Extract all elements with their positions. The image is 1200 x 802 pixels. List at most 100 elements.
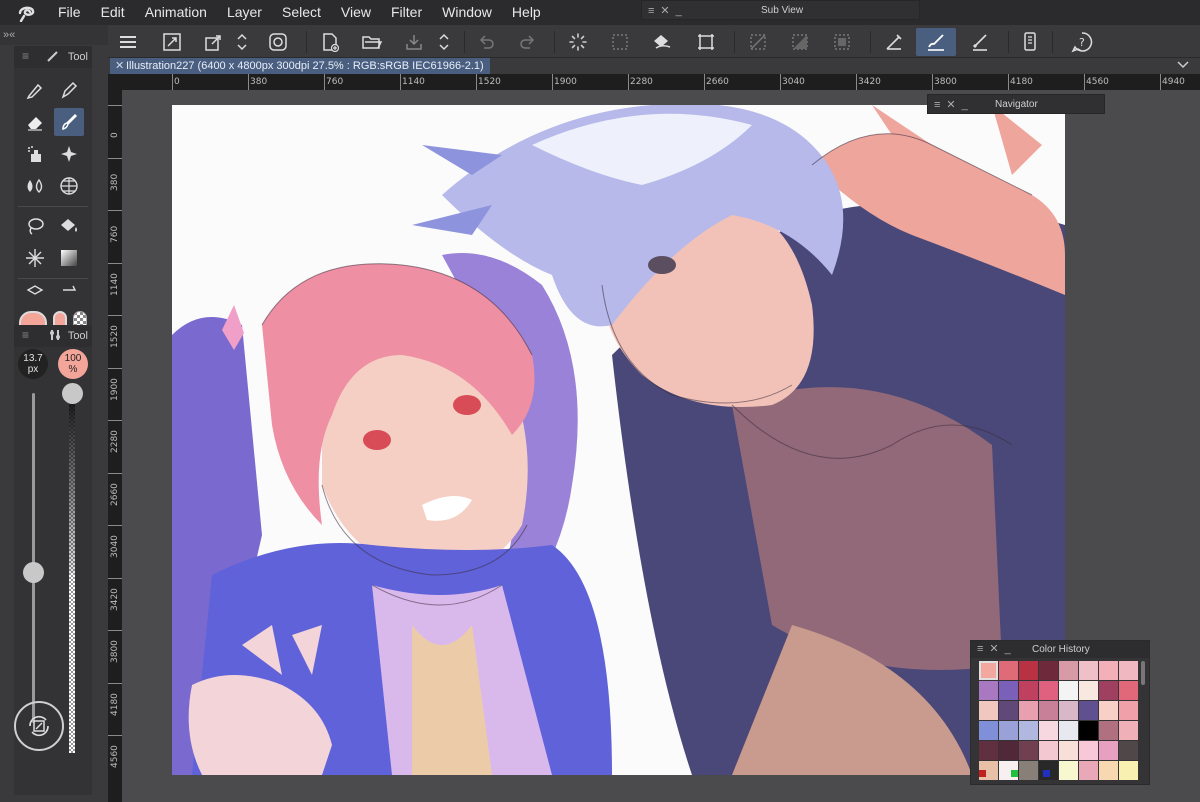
collapse-arrows-icon[interactable]: »« (3, 29, 15, 41)
close-tab-icon[interactable]: ✕ (115, 58, 124, 74)
color-history-swatch[interactable] (979, 681, 998, 700)
color-history-swatch[interactable] (999, 721, 1018, 740)
navigator-palette-header[interactable]: ≡✕_ Navigator (927, 94, 1105, 114)
menu-file[interactable]: File (54, 0, 91, 25)
grip-icon[interactable]: ≡ (22, 328, 29, 342)
color-history-swatch[interactable] (1059, 741, 1078, 760)
color-history-scrollbar[interactable] (1141, 661, 1145, 685)
brush-icon[interactable] (54, 108, 84, 136)
color-history-swatch[interactable] (1099, 661, 1118, 680)
menu-animation[interactable]: Animation (135, 0, 217, 25)
color-history-swatch[interactable] (1099, 721, 1118, 740)
help-icon[interactable]: ? (1068, 28, 1096, 56)
color-history-swatch[interactable] (1019, 701, 1038, 720)
bucket-icon[interactable] (54, 212, 84, 240)
illustration-canvas[interactable] (172, 105, 1065, 775)
tool-property-header[interactable]: ≡ Tool (14, 325, 92, 347)
color-history-swatch[interactable] (1039, 701, 1058, 720)
color-history-swatch[interactable] (979, 741, 998, 760)
menu-layer[interactable]: Layer (217, 0, 272, 25)
brush-size-badge[interactable]: 13.7 px (18, 349, 48, 379)
open-folder-icon[interactable] (358, 28, 386, 56)
color-history-swatch[interactable] (979, 661, 998, 680)
color-history-swatch[interactable] (1059, 661, 1078, 680)
color-history-swatch[interactable] (979, 701, 998, 720)
rotate-canvas-button[interactable] (14, 701, 64, 751)
color-history-swatch[interactable] (1079, 681, 1098, 700)
gradient-icon[interactable] (54, 244, 84, 272)
color-history-swatch[interactable] (1119, 701, 1138, 720)
airbrush-icon[interactable] (20, 140, 50, 168)
spiral-icon[interactable] (264, 28, 292, 56)
loading-spinner-icon[interactable] (564, 28, 592, 56)
brush-size-slider-track[interactable] (32, 393, 35, 723)
select-layer-icon[interactable] (606, 28, 634, 56)
color-history-swatch[interactable] (999, 681, 1018, 700)
lasso-icon[interactable] (20, 212, 50, 240)
menu-window[interactable]: Window (432, 0, 502, 25)
color-history-swatch[interactable] (1079, 741, 1098, 760)
color-history-swatch[interactable] (1079, 661, 1098, 680)
color-history-header[interactable]: ≡✕_ Color History (971, 641, 1149, 658)
opacity-badge[interactable]: 100 % (58, 349, 88, 379)
menu-view[interactable]: View (331, 0, 381, 25)
redo-icon[interactable] (514, 28, 542, 56)
cube-icon[interactable] (20, 282, 50, 302)
color-history-window-controls[interactable]: ≡✕_ (977, 642, 1017, 655)
new-file-icon[interactable] (316, 28, 344, 56)
eraser-icon[interactable] (20, 108, 50, 136)
fill-selection-icon[interactable] (648, 28, 676, 56)
opacity-slider-knob[interactable] (62, 383, 83, 404)
menu-edit[interactable]: Edit (91, 0, 135, 25)
color-history-swatch[interactable] (1119, 661, 1138, 680)
resize-canvas-icon[interactable] (158, 28, 186, 56)
color-history-swatch[interactable] (1039, 721, 1058, 740)
color-history-swatch[interactable] (979, 721, 998, 740)
color-history-swatch[interactable] (999, 741, 1018, 760)
color-history-swatch[interactable] (1019, 741, 1038, 760)
updown-arrows-icon[interactable] (232, 28, 252, 56)
color-history-swatch[interactable] (1059, 681, 1078, 700)
brush-snap-icon[interactable] (916, 28, 956, 56)
starburst-icon[interactable] (20, 244, 50, 272)
color-history-swatch[interactable] (1099, 741, 1118, 760)
brush-size-slider-knob[interactable] (23, 562, 44, 583)
color-history-swatch[interactable] (1019, 661, 1038, 680)
pencil-icon[interactable] (54, 76, 84, 104)
hamburger-icon[interactable] (114, 28, 142, 56)
color-history-swatch[interactable] (1019, 721, 1038, 740)
pen-icon[interactable] (20, 76, 50, 104)
color-history-swatch[interactable] (1099, 681, 1118, 700)
subview-window-controls[interactable]: ≡✕_ (648, 4, 688, 17)
color-history-swatch[interactable] (1039, 681, 1058, 700)
ruler-snap-icon[interactable] (880, 28, 908, 56)
document-tab[interactable]: ✕ Illustration227 (6400 x 4800px 300dpi … (110, 58, 490, 74)
color-history-swatch[interactable] (1079, 721, 1098, 740)
grid-icon[interactable] (54, 172, 84, 200)
subview-palette-header[interactable]: ≡✕_ Sub View (641, 0, 920, 20)
color-history-swatch[interactable] (1059, 721, 1078, 740)
menu-select[interactable]: Select (272, 0, 331, 25)
color-history-swatch[interactable] (1039, 661, 1058, 680)
expand-selection-icon[interactable] (828, 28, 856, 56)
color-history-swatch[interactable] (1019, 681, 1038, 700)
color-history-swatch[interactable] (1119, 721, 1138, 740)
pen-snap-icon[interactable] (966, 28, 994, 56)
menu-filter[interactable]: Filter (381, 0, 432, 25)
sparkle-icon[interactable] (54, 140, 84, 168)
color-history-swatch[interactable] (1119, 741, 1138, 760)
color-history-swatch[interactable] (1059, 701, 1078, 720)
ruler-icon[interactable] (54, 282, 84, 302)
undo-icon[interactable] (472, 28, 500, 56)
smartphone-icon[interactable] (1016, 28, 1044, 56)
color-history-swatch[interactable] (999, 661, 1018, 680)
menu-help[interactable]: Help (502, 0, 551, 25)
color-history-swatch[interactable] (1119, 681, 1138, 700)
color-history-swatch[interactable] (1079, 701, 1098, 720)
transform-icon[interactable] (200, 28, 228, 56)
blend-icon[interactable] (20, 172, 50, 200)
crop-icon[interactable] (692, 28, 720, 56)
tool-palette-header[interactable]: ≡ Tool (14, 46, 92, 68)
color-history-swatch[interactable] (1099, 701, 1118, 720)
navigator-window-controls[interactable]: ≡✕_ (934, 98, 974, 111)
